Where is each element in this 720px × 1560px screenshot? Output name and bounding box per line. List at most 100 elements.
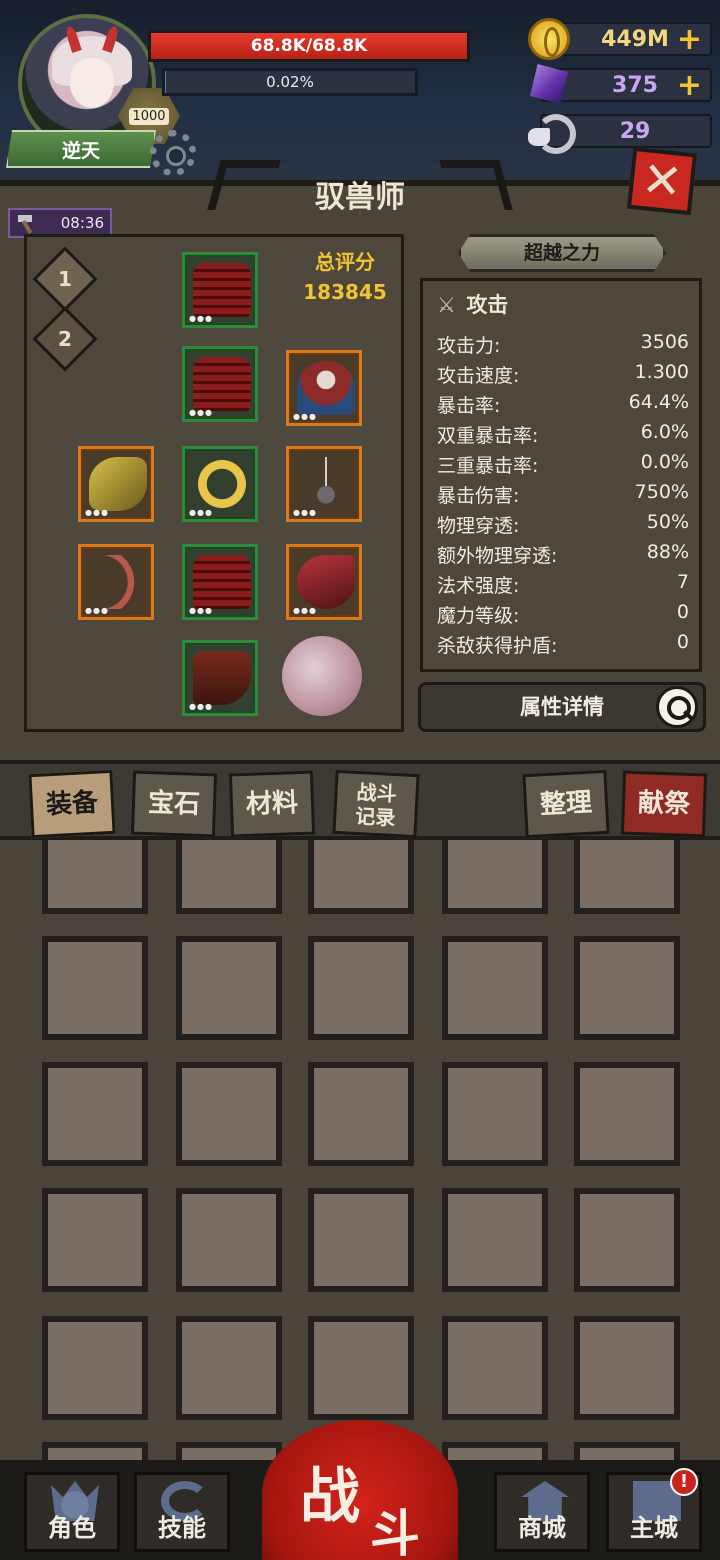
stat-label: 攻击力: <box>437 335 501 357</box>
timer-text: 08:36 <box>60 214 104 232</box>
inventory-slot[interactable] <box>42 936 148 1040</box>
gem-sockets-icon: ●●● <box>189 606 213 615</box>
add-gold-button[interactable]: + <box>677 23 702 57</box>
tab-materials[interactable]: 材料 <box>228 770 316 838</box>
spirit-orb-icon[interactable] <box>282 636 362 716</box>
inventory-slot[interactable] <box>176 1442 282 1460</box>
stat-value: 3506 <box>640 331 689 353</box>
equip-slot-legs[interactable]: ●●● <box>182 544 258 620</box>
magnifier-search-icon[interactable] <box>656 686 698 728</box>
inventory-slot[interactable] <box>42 1188 148 1292</box>
score-label: 总评分 <box>315 250 375 274</box>
gold-rope-ring-icon <box>193 457 251 511</box>
loadout-label: 2 <box>58 327 72 351</box>
ram-skull-value: 29 <box>619 119 651 144</box>
inventory-slot[interactable] <box>574 936 680 1040</box>
nav-shop-button[interactable]: 商城 <box>494 1472 590 1552</box>
stat-value: 64.4% <box>628 391 689 413</box>
equip-slot-helmet[interactable]: ●●● <box>286 350 362 426</box>
inventory-slot[interactable] <box>308 840 414 914</box>
crossed-swords-icon: ⚔ <box>437 293 456 317</box>
equip-slot-weapon[interactable]: ●●● <box>78 544 154 620</box>
inventory-slot[interactable] <box>442 840 548 914</box>
nav-main-city-label: 主城 <box>630 1514 678 1542</box>
stat-value: 88% <box>646 541 689 563</box>
inventory-slot[interactable] <box>442 936 548 1040</box>
inventory-slot[interactable] <box>308 1188 414 1292</box>
inventory-slot[interactable] <box>42 1316 148 1420</box>
equip-slot-shoulder[interactable]: ●●● <box>182 252 258 328</box>
stat-label: 攻击速度: <box>437 365 520 387</box>
inventory-slot[interactable] <box>442 1188 548 1292</box>
inventory-slot[interactable] <box>42 1442 148 1460</box>
sort-button[interactable]: 整理 <box>522 769 610 839</box>
tab-battle-log[interactable]: 战斗 记录 <box>332 769 420 839</box>
stat-label: 额外物理穿透: <box>437 545 558 567</box>
nav-skill-button[interactable]: 技能 <box>134 1472 230 1552</box>
inventory-slot[interactable] <box>176 840 282 914</box>
inventory-slot[interactable] <box>574 1316 680 1420</box>
inventory-slot[interactable] <box>308 1062 414 1166</box>
inventory-slot[interactable] <box>574 1442 680 1460</box>
inventory-slot[interactable] <box>308 1316 414 1420</box>
stats-header-label: 攻击 <box>466 293 509 317</box>
equip-slot-boots[interactable]: ●●● <box>182 640 258 716</box>
shoulder-armor-icon <box>193 263 251 317</box>
stat-value: 750% <box>634 481 689 503</box>
inventory-slot[interactable] <box>574 840 680 914</box>
inventory-grid <box>0 840 720 1460</box>
inventory-slot[interactable] <box>442 1442 548 1460</box>
equip-slot-offhand[interactable]: ●●● <box>286 544 362 620</box>
chest-armor-icon <box>193 357 251 411</box>
add-gem-button[interactable]: + <box>677 69 702 103</box>
notification-badge: ! <box>670 1468 698 1496</box>
inventory-slot[interactable] <box>574 1188 680 1292</box>
exp-bar: 0.02% <box>162 68 418 96</box>
nav-skill-label: 技能 <box>158 1514 206 1542</box>
sacrifice-button[interactable]: 献祭 <box>620 770 708 838</box>
stat-label: 暴击率: <box>437 395 501 417</box>
gold-value: 449M <box>601 27 669 52</box>
gem-sockets-icon: ●●● <box>293 606 317 615</box>
equip-slot-gloves[interactable]: ●●● <box>78 446 154 522</box>
inventory-slot[interactable] <box>574 1062 680 1166</box>
cross-amulet-icon <box>297 457 355 511</box>
inventory-slot[interactable] <box>176 1188 282 1292</box>
close-button[interactable]: ✕ <box>626 146 698 216</box>
stats-panel[interactable]: ⚔ 攻击 攻击力: 3506 攻击速度: 1.300 暴击率: 64.4% 双重暴击率: 6.… <box>420 278 702 672</box>
inventory-slot[interactable] <box>42 1062 148 1166</box>
stat-value: 7 <box>676 571 689 593</box>
stat-label: 法术强度: <box>437 575 520 597</box>
exp-text: 0.02% <box>266 73 314 91</box>
gem-sockets-icon: ●●● <box>189 702 213 711</box>
equip-slot-amulet[interactable]: ●●● <box>286 446 362 522</box>
stat-label: 魔力等级: <box>437 605 520 627</box>
inventory-slot[interactable] <box>42 840 148 914</box>
stat-value: 50% <box>646 511 689 533</box>
stat-row: 双重暴击率: 6.0% <box>437 421 689 451</box>
inventory-slot[interactable] <box>176 936 282 1040</box>
battle-label-1[interactable]: 战 <box>300 1448 360 1535</box>
loadout-label: 1 <box>58 267 72 291</box>
transcend-power-button[interactable]: 超越之力 <box>458 234 666 272</box>
tab-gems[interactable]: 宝石 <box>130 770 218 838</box>
gem-value: 375 <box>612 73 658 98</box>
stat-label: 三重暴击率: <box>437 455 539 477</box>
tab-battle-log-line2: 记录 <box>354 803 396 831</box>
inventory-slot[interactable] <box>176 1062 282 1166</box>
battle-button[interactable] <box>262 1420 458 1560</box>
settings-gear-icon[interactable] <box>150 130 196 176</box>
claw-offhand-icon <box>297 555 355 609</box>
inventory-slot[interactable] <box>176 1316 282 1420</box>
equip-slot-chest[interactable]: ●●● <box>182 346 258 422</box>
gem-sockets-icon: ●●● <box>293 412 317 421</box>
inventory-slot[interactable] <box>442 1062 548 1166</box>
nav-character-button[interactable]: 角色 <box>24 1472 120 1552</box>
tab-equipment[interactable]: 装备 <box>28 769 116 839</box>
stat-value: 0.0% <box>640 451 689 473</box>
stat-value: 6.0% <box>640 421 689 443</box>
inventory-slot[interactable] <box>442 1316 548 1420</box>
equip-slot-ring[interactable]: ●●● <box>182 446 258 522</box>
battle-label-2[interactable]: 斗 <box>370 1494 420 1560</box>
inventory-slot[interactable] <box>308 936 414 1040</box>
